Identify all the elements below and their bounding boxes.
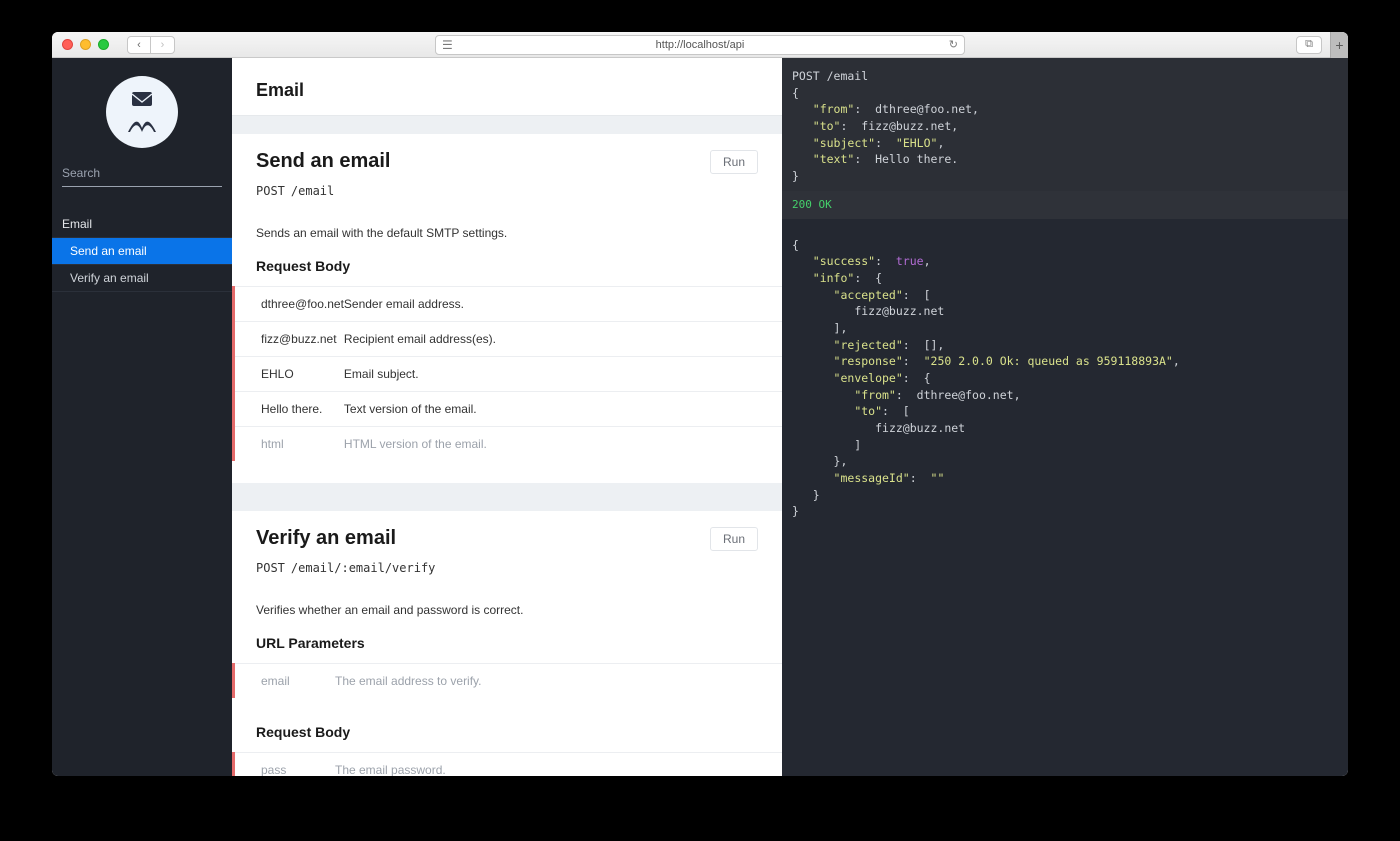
section-heading-request-body: Request Body (256, 724, 758, 740)
param-key[interactable]: pass (235, 753, 335, 777)
param-desc: Email subject. (344, 357, 782, 392)
param-key[interactable]: html (235, 427, 344, 462)
sidebar: Email Send an email Verify an email (52, 58, 232, 776)
param-desc: Text version of the email. (344, 392, 782, 427)
section-heading-url-parameters: URL Parameters (256, 635, 758, 651)
param-desc: Recipient email address(es). (344, 322, 782, 357)
request-body-table: passThe email password. (235, 752, 782, 776)
search-input[interactable] (62, 162, 222, 187)
browser-chrome: ‹ › ☰ http://localhost/api ↻ ⧉ + (52, 32, 1348, 58)
sidebar-item-send-an-email[interactable]: Send an email (52, 238, 232, 265)
endpoint-title: Verify an email (256, 527, 396, 550)
browser-window: ‹ › ☰ http://localhost/api ↻ ⧉ + (52, 32, 1348, 776)
endpoint-send-an-email: Send an email Run POST/email Sends an em… (232, 134, 782, 483)
minimize-window-icon[interactable] (80, 39, 91, 50)
param-key[interactable]: fizz@buzz.net (235, 322, 344, 357)
reader-icon[interactable]: ☰ (442, 38, 453, 52)
response-status: 200 OK (782, 191, 1348, 219)
back-button[interactable]: ‹ (127, 36, 151, 54)
close-window-icon[interactable] (62, 39, 73, 50)
param-key[interactable]: Hello there. (235, 392, 344, 427)
response-block: { "success": true, "info": { "accepted":… (782, 219, 1348, 538)
request-block: POST /email { "from": dthree@foo.net, "t… (782, 58, 1348, 191)
sidebar-nav: Email Send an email Verify an email (52, 211, 232, 292)
request-header: POST /email (792, 68, 1338, 85)
sidebar-item-verify-an-email[interactable]: Verify an email (52, 265, 232, 292)
logo (52, 58, 232, 162)
endpoint-description: Verifies whether an email and password i… (256, 603, 758, 617)
run-button[interactable]: Run (710, 150, 758, 174)
new-tab-button[interactable]: + (1330, 32, 1348, 58)
param-desc: HTML version of the email. (344, 427, 782, 462)
param-desc: Sender email address. (344, 287, 782, 322)
section-heading-request-body: Request Body (256, 258, 758, 274)
request-body-table: dthree@foo.netSender email address. fizz… (235, 286, 782, 461)
address-bar[interactable]: ☰ http://localhost/api ↻ (435, 35, 965, 55)
window-controls (62, 39, 109, 50)
reload-icon[interactable]: ↻ (949, 38, 958, 51)
mail-logo-icon (106, 76, 178, 148)
docs-panel[interactable]: Email Send an email Run POST/email Sends… (232, 58, 782, 776)
maximize-window-icon[interactable] (98, 39, 109, 50)
endpoint-route: POST/email (256, 184, 758, 198)
endpoint-description: Sends an email with the default SMTP set… (256, 226, 758, 240)
page-title: Email (232, 58, 782, 116)
tabs-button[interactable]: ⧉ (1296, 36, 1322, 54)
endpoint-route: POST/email/:email/verify (256, 561, 758, 575)
param-key[interactable]: dthree@foo.net (235, 287, 344, 322)
code-panel[interactable]: POST /email { "from": dthree@foo.net, "t… (782, 58, 1348, 776)
sidebar-section-email[interactable]: Email (52, 211, 232, 238)
param-desc: The email password. (335, 753, 782, 777)
param-desc: The email address to verify. (335, 664, 782, 699)
run-button[interactable]: Run (710, 527, 758, 551)
endpoint-title: Send an email (256, 150, 391, 173)
param-key[interactable]: EHLO (235, 357, 344, 392)
endpoint-verify-an-email: Verify an email Run POST/email/:email/ve… (232, 511, 782, 776)
param-key[interactable]: email (235, 664, 335, 699)
url-parameters-table: emailThe email address to verify. (235, 663, 782, 698)
url-text: http://localhost/api (656, 39, 745, 51)
nav-back-forward: ‹ › (127, 36, 175, 54)
forward-button[interactable]: › (151, 36, 175, 54)
